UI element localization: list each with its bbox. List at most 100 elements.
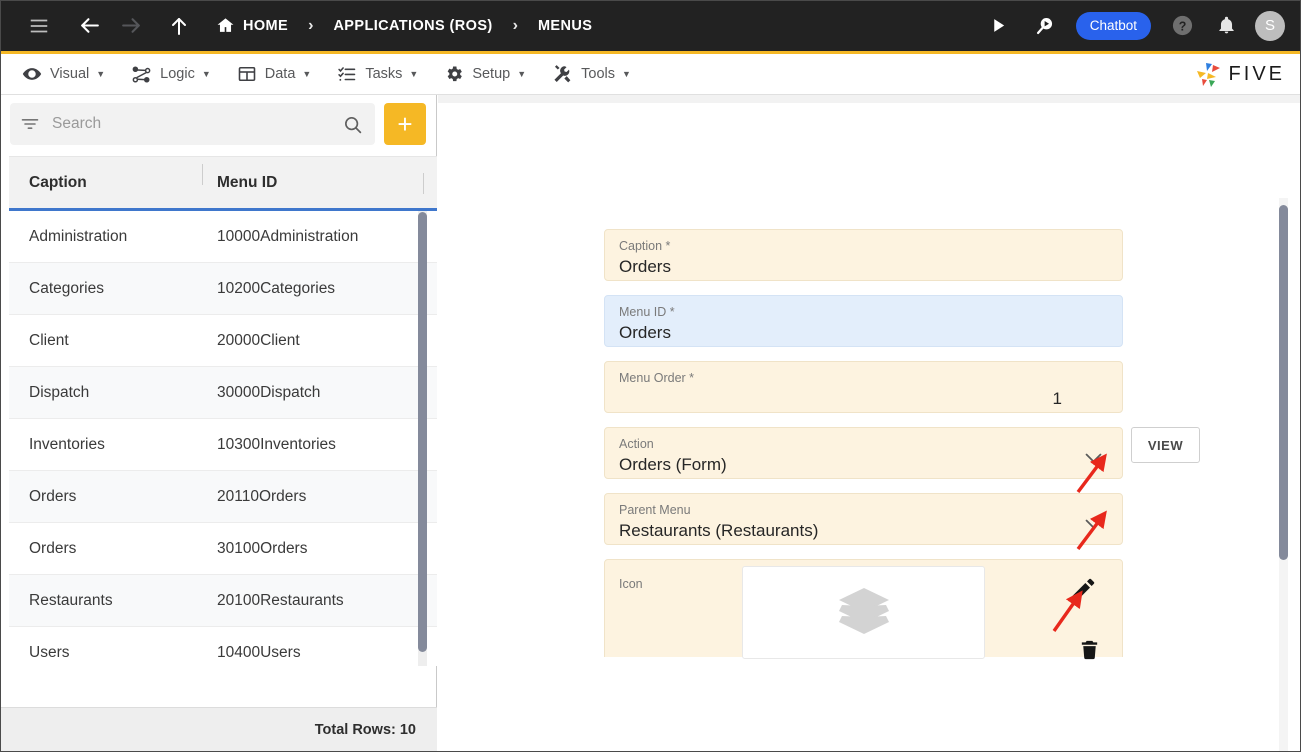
menu-item-setup[interactable]: Setup ▼: [431, 54, 539, 95]
breadcrumb-item-home[interactable]: HOME: [216, 16, 288, 35]
menu-item-tasks[interactable]: Tasks ▼: [324, 54, 431, 95]
cell-menu-id: 20110Orders: [217, 487, 307, 505]
breadcrumb-label-menus: MENUS: [537, 17, 593, 34]
cell-caption: Dispatch: [29, 383, 90, 401]
table-grid-icon: [237, 64, 257, 84]
trash-icon[interactable]: [1078, 637, 1101, 667]
chevron-down-icon: ▼: [409, 68, 419, 79]
breadcrumb-item-menus[interactable]: MENUS: [538, 18, 592, 34]
flow-nodes-icon: [131, 64, 152, 85]
field-value-parent-menu: Restaurants (Restaurants): [619, 521, 819, 540]
module-menu-bar: Visual ▼ Logic ▼ Data ▼ Tasks ▼ Setup ▼ …: [0, 54, 1301, 95]
table-row[interactable]: Orders 30100Orders: [9, 523, 437, 575]
menu-item-data[interactable]: Data ▼: [224, 54, 325, 95]
filter-icon[interactable]: [20, 114, 40, 134]
field-value-menu-order: 1: [1052, 389, 1062, 408]
arrow-up-icon[interactable]: [160, 7, 198, 45]
breadcrumb: HOME › APPLICATIONS (ROS) › MENUS: [216, 16, 592, 35]
field-menu-order[interactable]: Menu Order * 1: [604, 361, 1123, 413]
chevron-down-icon: ▼: [201, 68, 211, 79]
breadcrumb-label-home: HOME: [243, 17, 289, 34]
search-box[interactable]: [10, 103, 375, 145]
run-play-icon[interactable]: [982, 9, 1016, 43]
cell-caption: Users: [29, 643, 70, 661]
left-scrollbar-thumb[interactable]: [418, 212, 427, 652]
pencil-icon[interactable]: [1068, 575, 1098, 610]
cell-menu-id: 30000Dispatch: [217, 383, 321, 401]
hamburger-icon[interactable]: [20, 7, 58, 45]
right-scrollbar-thumb[interactable]: [1279, 205, 1288, 560]
notifications-bell-icon[interactable]: [1209, 9, 1243, 43]
cell-caption: Administration: [29, 227, 128, 245]
menu-item-visual[interactable]: Visual ▼: [9, 54, 118, 95]
cell-caption: Restaurants: [29, 591, 113, 609]
field-label-caption: Caption *: [619, 239, 671, 253]
field-value-action: Orders (Form): [619, 455, 727, 474]
menu-label-tools: Tools: [581, 66, 615, 82]
eye-icon: [22, 64, 42, 84]
chevron-down-icon-parent-menu[interactable]: [1083, 517, 1104, 536]
tools-icon: [552, 64, 573, 85]
field-label-icon: Icon: [619, 577, 643, 591]
cell-menu-id: 30100Orders: [217, 539, 308, 557]
column-header-caption[interactable]: Caption: [9, 174, 202, 192]
search-play-icon[interactable]: [1028, 9, 1062, 43]
chevron-down-icon: ▼: [517, 68, 527, 79]
table-row[interactable]: Administration 10000Administration: [9, 211, 437, 263]
total-rows-bar: Total Rows: 10: [0, 707, 437, 752]
avatar[interactable]: S: [1255, 10, 1285, 41]
menu-label-data: Data: [264, 66, 296, 82]
table-row[interactable]: Inventories 10300Inventories: [9, 419, 437, 471]
field-value-menu-id: Orders: [619, 323, 671, 342]
svg-text:?: ?: [1178, 19, 1186, 33]
field-action[interactable]: Action Orders (Form): [604, 427, 1123, 479]
add-record-button[interactable]: +: [384, 103, 426, 145]
cell-menu-id: 10000Administration: [217, 227, 359, 245]
menu-label-tasks: Tasks: [365, 66, 403, 82]
menu-item-tools[interactable]: Tools ▼: [539, 54, 644, 95]
table-row[interactable]: Users 10400Users: [9, 627, 437, 666]
breadcrumb-label-applications: APPLICATIONS (ROS): [333, 17, 493, 34]
top-navigation-bar: HOME › APPLICATIONS (ROS) › MENUS Chatbo…: [0, 0, 1301, 54]
layers-stack-icon: [836, 584, 892, 641]
search-input[interactable]: [52, 115, 342, 133]
table-row[interactable]: Orders 20110Orders: [9, 471, 437, 523]
table-row[interactable]: Client 20000Client: [9, 315, 437, 367]
menu-item-logic[interactable]: Logic ▼: [118, 54, 224, 95]
table-row[interactable]: Restaurants 20100Restaurants: [9, 575, 437, 627]
menu-label-setup: Setup: [472, 66, 511, 82]
breadcrumb-separator-2: ›: [512, 16, 518, 34]
gear-icon: [444, 64, 464, 84]
field-label-menu-id: Menu ID *: [619, 305, 675, 319]
chatbot-button[interactable]: Chatbot: [1075, 11, 1151, 40]
chevron-down-icon: ▼: [622, 68, 631, 79]
cell-caption: Inventories: [29, 435, 105, 453]
help-icon[interactable]: ?: [1165, 9, 1199, 43]
search-icon[interactable]: [342, 114, 363, 135]
column-header-menu-id-label: Menu ID: [217, 173, 278, 191]
table-row[interactable]: Categories 10200Categories: [9, 263, 437, 315]
field-parent-menu[interactable]: Parent Menu Restaurants (Restaurants): [604, 493, 1123, 545]
menus-list-panel: + Caption Menu ID Administration 10000Adm…: [0, 95, 437, 752]
field-label-action: Action: [619, 437, 654, 451]
column-header-menu-id[interactable]: Menu ID: [202, 163, 423, 192]
menus-table: Caption Menu ID Administration 10000Admin…: [9, 156, 437, 752]
cell-menu-id: 20100Restaurants: [217, 591, 344, 609]
five-logo-text: FIVE: [1228, 62, 1285, 85]
search-row: +: [0, 95, 436, 152]
cell-caption: Client: [29, 331, 69, 349]
cell-menu-id: 10300Inventories: [217, 435, 336, 453]
application-window: HOME › APPLICATIONS (ROS) › MENUS Chatbo…: [0, 0, 1301, 752]
breadcrumb-item-applications[interactable]: APPLICATIONS (ROS): [333, 18, 492, 34]
field-caption[interactable]: Caption * Orders: [604, 229, 1123, 281]
menu-label-logic: Logic: [160, 66, 195, 82]
arrow-back-icon[interactable]: [70, 7, 108, 45]
arrow-forward-icon[interactable]: [112, 7, 150, 45]
icon-preview-box[interactable]: [742, 566, 985, 659]
field-label-parent-menu: Parent Menu: [619, 503, 691, 517]
view-button[interactable]: VIEW: [1131, 427, 1200, 463]
field-menu-id[interactable]: Menu ID * Orders: [604, 295, 1123, 347]
chevron-down-icon-action[interactable]: [1083, 451, 1104, 470]
column-divider[interactable]: [202, 163, 203, 185]
table-row[interactable]: Dispatch 30000Dispatch: [9, 367, 437, 419]
